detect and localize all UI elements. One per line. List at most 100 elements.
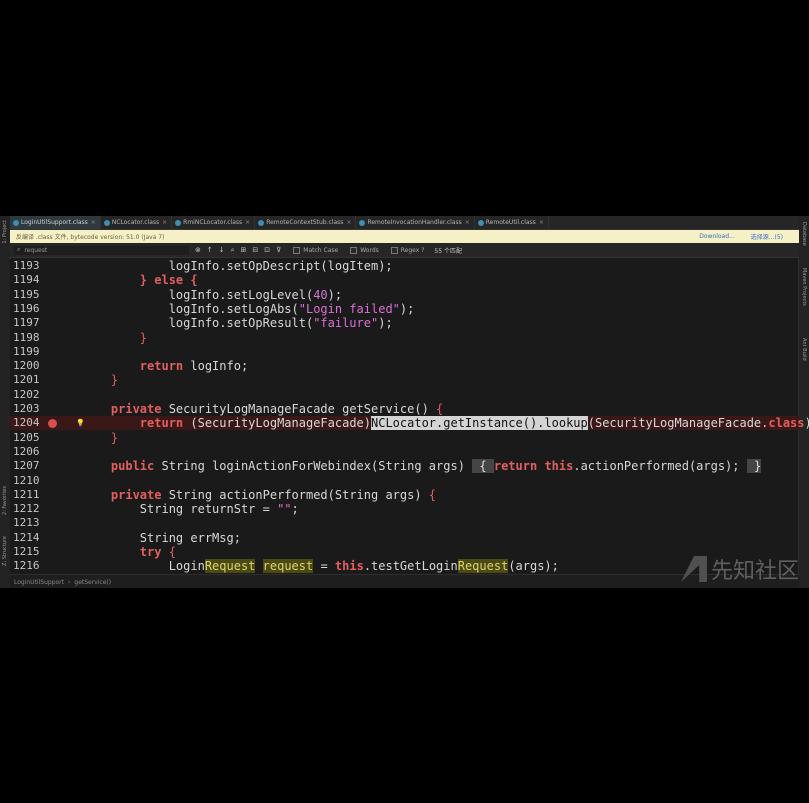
project-tool-button[interactable]: 1: Project — [2, 220, 8, 244]
search-input[interactable]: ⌕ request — [14, 245, 189, 255]
close-tab-icon[interactable]: × — [91, 219, 96, 226]
code-line[interactable]: 1203 private SecurityLogManageFacade get… — [10, 402, 800, 416]
regex-checkbox[interactable]: Regex ? — [390, 246, 424, 254]
editor-tab[interactable]: RemoteInvocationHandler.class × — [356, 216, 475, 229]
line-number: 1211 — [13, 487, 40, 501]
match-case-label: Match Case — [303, 246, 339, 254]
clear-search-icon[interactable]: ⊗ — [195, 246, 201, 254]
code-line[interactable]: 1202 — [10, 388, 800, 402]
editor-tab[interactable]: NCLocator.class × — [101, 216, 173, 229]
code-line[interactable]: 1204 💡 return (SecurityLogManageFacade)NC… — [10, 416, 809, 431]
breakpoint-icon[interactable] — [48, 419, 57, 429]
code-token: } — [110, 430, 119, 445]
code-line[interactable]: 1214 String errMsg; — [10, 531, 800, 545]
choose-sources-link[interactable]: 选择源...(5) — [751, 232, 783, 241]
line-number: 1207 — [13, 459, 40, 473]
close-tab-icon[interactable]: × — [162, 219, 167, 226]
code-text: try { — [82, 545, 176, 559]
code-token: ); — [378, 316, 393, 331]
code-token: this — [334, 559, 364, 574]
code-text: String returnStr = ""; — [82, 502, 299, 516]
decompiled-notice-banner: 反编译 .class 文件, bytecode version: 51.0 (J… — [10, 230, 799, 243]
line-number: 1215 — [13, 545, 40, 558]
watermark: 先知社区 — [680, 553, 799, 585]
code-line[interactable]: 1196 logInfo.setLogAbs("Login failed"); — [10, 302, 800, 316]
code-token: logInfo.setOpResult( — [82, 316, 314, 331]
favorites-tool-button[interactable]: 2: Favorites — [2, 486, 8, 515]
line-number: 1212 — [13, 502, 40, 516]
close-tab-icon[interactable]: × — [465, 219, 470, 226]
search-query: request — [24, 246, 48, 254]
maven-tool-button[interactable]: Maven Projects — [801, 268, 807, 306]
tab-label: NCLocator.class — [111, 219, 160, 226]
code-line[interactable]: 1207 public String loginActionForWebinde… — [10, 459, 800, 474]
regex-help-icon[interactable]: ? — [421, 247, 424, 254]
close-tab-icon[interactable]: × — [539, 219, 544, 226]
filter-icon[interactable]: ⊽ — [276, 246, 281, 254]
code-token: (SecurityLogManageFacade. — [587, 416, 769, 431]
close-tab-icon[interactable]: × — [346, 219, 351, 226]
code-line[interactable]: 1200 return logInfo; — [10, 359, 800, 373]
line-number: 1200 — [13, 359, 40, 373]
code-token: "Login failed" — [298, 301, 400, 316]
code-token: Login — [82, 559, 205, 574]
code-line[interactable]: 1206 — [10, 445, 800, 459]
code-token: return — [139, 416, 184, 431]
code-line[interactable]: 1205 } — [10, 431, 800, 445]
code-token: } — [139, 330, 148, 345]
next-match-icon[interactable]: ↓ — [219, 246, 225, 254]
close-tab-icon[interactable]: × — [245, 219, 250, 226]
code-text: logInfo.setLogLevel(40); — [82, 288, 342, 302]
code-token: { — [168, 545, 176, 559]
code-text: public String loginActionForWebindex(Str… — [82, 459, 762, 474]
match-case-checkbox[interactable]: Match Case — [293, 246, 339, 254]
tab-label: RemoteUtil.class — [485, 219, 536, 226]
class-file-icon — [359, 219, 366, 226]
match-case-box — [293, 246, 301, 254]
remove-occurrence-icon[interactable]: ⊟ — [252, 246, 258, 254]
line-number: 1204 — [13, 416, 40, 430]
line-number: 1198 — [13, 330, 40, 344]
breadcrumb-class[interactable]: LoginUtilSupport — [14, 579, 64, 586]
select-all-occurrences-icon[interactable]: ⊡ — [264, 246, 270, 254]
structure-tool-button[interactable]: Z: Structure — [2, 536, 8, 566]
ant-build-tool-button[interactable]: Ant Build — [801, 338, 807, 361]
class-file-icon — [477, 219, 484, 226]
editor-tab[interactable]: LoginUtilSupport.class × — [10, 216, 101, 229]
breadcrumb-method[interactable]: getService() — [74, 579, 111, 586]
class-file-icon — [175, 219, 182, 226]
code-token: Request — [457, 559, 509, 574]
code-token: String errMsg; — [82, 530, 241, 545]
class-file-icon — [258, 219, 265, 226]
code-line[interactable]: 1213 — [10, 516, 800, 530]
code-line[interactable]: 1195 logInfo.setLogLevel(40); — [10, 288, 800, 302]
code-line[interactable]: 1201 } — [10, 373, 800, 387]
code-line[interactable]: 1194 } else { — [10, 273, 800, 287]
words-checkbox[interactable]: Words — [350, 246, 379, 254]
download-sources-link[interactable]: Download... — [699, 233, 735, 240]
database-tool-button[interactable]: Database — [801, 222, 807, 246]
editor-tab[interactable]: RemoteContextStub.class × — [255, 216, 357, 229]
code-line[interactable]: 1199 — [10, 345, 800, 359]
tab-label: LoginUtilSupport.class — [21, 219, 88, 226]
code-text: return (SecurityLogManageFacade)NCLocato… — [82, 416, 809, 431]
code-line[interactable]: 1198 } — [10, 331, 800, 345]
code-line[interactable]: 1212 String returnStr = ""; — [10, 502, 800, 516]
code-token: ); — [805, 416, 809, 430]
code-line[interactable]: 1210 — [10, 474, 800, 488]
editor-tab[interactable]: RmiNCLocator.class × — [172, 216, 256, 229]
previous-match-icon[interactable]: ↑ — [207, 246, 213, 254]
code-token: ; — [291, 502, 299, 517]
code-token: logInfo.setOpDescript(logItem); — [82, 259, 393, 273]
add-occurrence-icon[interactable]: ⊞ — [241, 246, 247, 254]
editor-tab[interactable]: RemoteUtil.class × — [475, 216, 549, 229]
code-text: String errMsg; — [82, 531, 241, 545]
code-line[interactable]: 1197 logInfo.setOpResult("failure"); — [10, 316, 800, 330]
code-token: logInfo.setLogAbs( — [82, 301, 299, 316]
code-line[interactable]: 1193 logInfo.setOpDescript(logItem); — [10, 259, 800, 273]
find-all-icon[interactable]: ⌕ — [231, 246, 235, 255]
code-line[interactable]: 1211 private String actionPerformed(Stri… — [10, 488, 800, 502]
